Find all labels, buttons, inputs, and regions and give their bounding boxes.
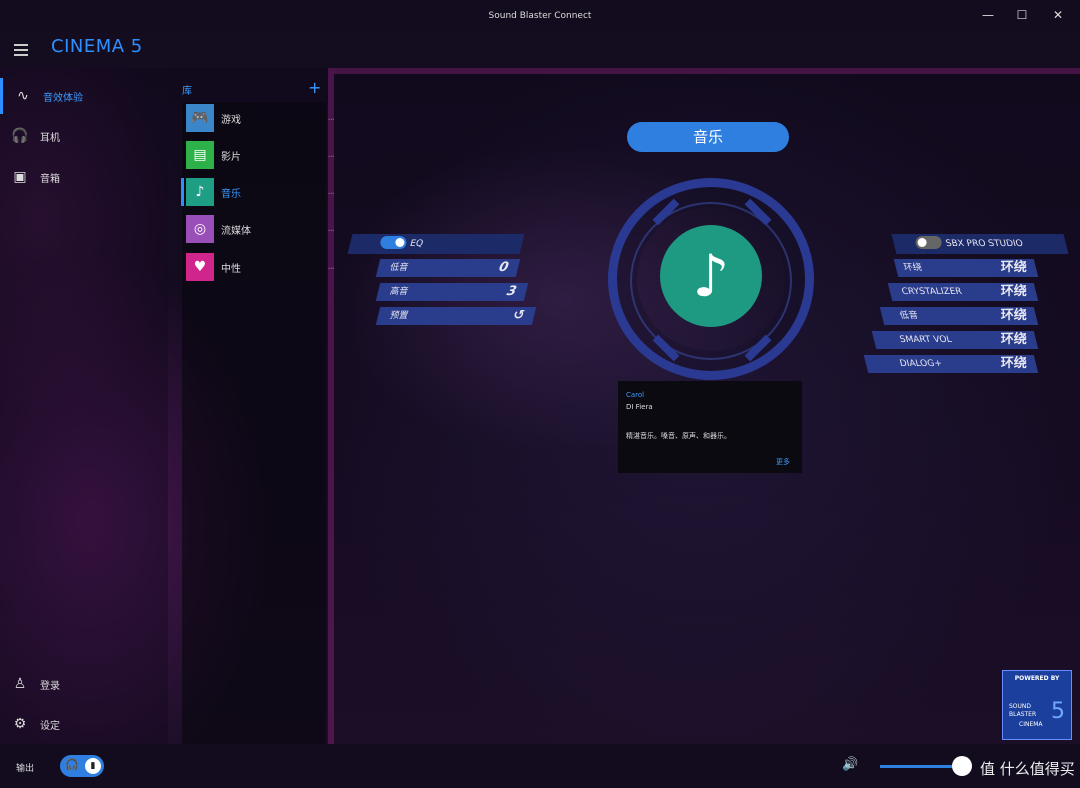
heart-icon: ♥ [186,253,214,281]
eq-row-label: 低音 [388,263,410,273]
speaker-icon: ▮ [85,758,101,774]
app-window: Sound Blaster Connect — ☐ ✕ CINEMA 5 ∿ 音… [0,0,1080,788]
sbx-row-smart-vol[interactable]: SMART VOL 环绕 [871,331,1039,349]
headphones-icon: 🎧 [65,758,79,771]
user-icon: ♙ [13,676,27,692]
add-profile-button[interactable]: + [308,78,321,97]
library-item-label: 游戏 [221,114,241,126]
library-item-label: 影片 [221,151,241,163]
nav-label: 登录 [40,680,60,692]
eq-row-treble[interactable]: 高音 3 [375,283,529,301]
library-item-streaming[interactable]: ◎ 流媒体 ··· [186,214,335,244]
sbx-row-value: 环绕 [997,284,1028,299]
library-item-music[interactable]: ♪ 音乐 ··· [186,177,335,207]
output-switch[interactable]: 🎧 ▮ [60,755,104,777]
library-panel: 库 + 🎮 游戏 ··· ▤ 影片 ··· ♪ 音乐 ··· ◎ 流媒体 ···… [168,68,335,744]
title-bar: Sound Blaster Connect — ☐ ✕ [0,0,1080,32]
sbx-row-bass[interactable]: 低音 环绕 [879,307,1039,325]
sbx-toggle[interactable] [915,236,942,249]
nav-item-settings[interactable]: ⚙ 设定 [0,706,168,742]
profile-info-card: Carol DI Fiera 精湛音乐。嗓音、原声、和器乐。 更多 [618,381,802,473]
window-title: Sound Blaster Connect [488,11,592,21]
eq-label: EQ [408,239,425,249]
sbx-row-value: 环绕 [997,356,1028,371]
library-item-games[interactable]: 🎮 游戏 ··· [186,103,335,133]
eq-row-label: 高音 [388,287,410,297]
main-panel: 音乐 ♪ EQ 低音 0 高音 3 预置 ↺ SBX PRO STUDIO 环绕 [334,74,1080,744]
close-button[interactable]: ✕ [1038,0,1078,32]
eq-row-value: 3 [505,284,518,299]
left-nav: ∿ 音效体验 🎧 耳机 ▣ 音箱 ♙ 登录 ⚙ 设定 [0,68,168,744]
maximize-button[interactable]: ☐ [1002,0,1042,32]
app-bar [0,32,1080,68]
nav-item-login[interactable]: ♙ 登录 [0,666,168,702]
library-item-label: 中性 [221,263,241,275]
sbx-row-value: 环绕 [997,260,1028,275]
device-name: CINEMA 5 [51,36,143,57]
library-item-label: 音乐 [221,188,241,200]
badge-number: 5 [1051,699,1065,724]
eq-row-value: 0 [497,260,510,275]
gear-icon: ⚙ [13,716,27,732]
eq-header: EQ [347,234,525,254]
nav-label: 设定 [40,720,60,732]
music-note-icon[interactable]: ♪ [660,225,762,327]
selection-indicator [181,178,184,206]
info-author-2: DI Fiera [626,403,653,411]
sbx-row-value: 环绕 [997,332,1028,347]
bottom-bar: 输出 🎧 ▮ 🔊 值 什么值得买 [0,744,1080,788]
volume-slider[interactable] [880,765,960,768]
sbx-row-label: 环绕 [902,263,924,273]
nav-label: 音效体验 [43,92,83,104]
eq-toggle[interactable] [380,236,407,249]
speaker-icon: ▣ [13,169,27,185]
eq-row-label: 预置 [388,311,410,321]
eq-row-preset[interactable]: 预置 ↺ [375,307,537,325]
stream-icon: ◎ [186,215,214,243]
watermark: 值 什么值得买 [980,760,1075,778]
badge-line: CINEMA [1019,721,1043,728]
eq-row-bass[interactable]: 低音 0 [375,259,521,277]
nav-item-speakers[interactable]: ▣ 音箱 [0,159,168,195]
sbx-row-crystalizer[interactable]: CRYSTALIZER 环绕 [887,283,1039,301]
sound-blaster-cinema-badge: POWERED BY SOUND BLASTER CINEMA 5 [1002,670,1072,740]
hamburger-icon[interactable] [14,44,28,56]
nav-label: 音箱 [40,173,60,185]
sbx-row-label: 低音 [898,311,920,321]
sbx-label: SBX PRO STUDIO [944,239,1025,249]
library-item-neutral[interactable]: ♥ 中性 ··· [186,252,335,282]
more-link[interactable]: 更多 [776,457,790,467]
sbx-row-label: CRYSTALIZER [900,287,964,297]
badge-line: POWERED BY [1014,675,1060,682]
sbx-row-label: DIALOG+ [898,359,944,369]
badge-line: SOUND [1009,703,1032,710]
nav-item-headphones[interactable]: 🎧 耳机 [0,118,168,154]
library-item-label: 流媒体 [221,225,251,237]
sbx-row-label: SMART VOL [898,335,953,345]
nav-item-sound-experience[interactable]: ∿ 音效体验 [0,78,168,114]
library-title: 库 [182,86,192,97]
film-icon: ▤ [186,141,214,169]
headphones-icon: 🎧 [11,128,29,144]
waveform-icon: ∿ [17,88,29,104]
volume-slider-thumb[interactable] [952,756,972,776]
reset-icon: ↺ [511,308,526,323]
output-label: 输出 [16,764,35,774]
profile-title: 音乐 [627,122,789,152]
sbx-row-dialog[interactable]: DIALOG+ 环绕 [863,355,1039,373]
sbx-row-surround[interactable]: 环绕 环绕 [893,259,1039,277]
sbx-header: SBX PRO STUDIO [891,234,1069,254]
badge-line: BLASTER [1009,711,1037,718]
library-item-movies[interactable]: ▤ 影片 ··· [186,140,335,170]
volume-icon[interactable]: 🔊 [842,757,858,772]
gamepad-icon: 🎮 [186,104,214,132]
music-note-icon: ♪ [186,178,214,206]
nav-label: 耳机 [40,132,60,144]
sbx-row-value: 环绕 [997,308,1028,323]
info-description: 精湛音乐。嗓音、原声、和器乐。 [626,432,731,440]
info-author: Carol [626,391,645,399]
